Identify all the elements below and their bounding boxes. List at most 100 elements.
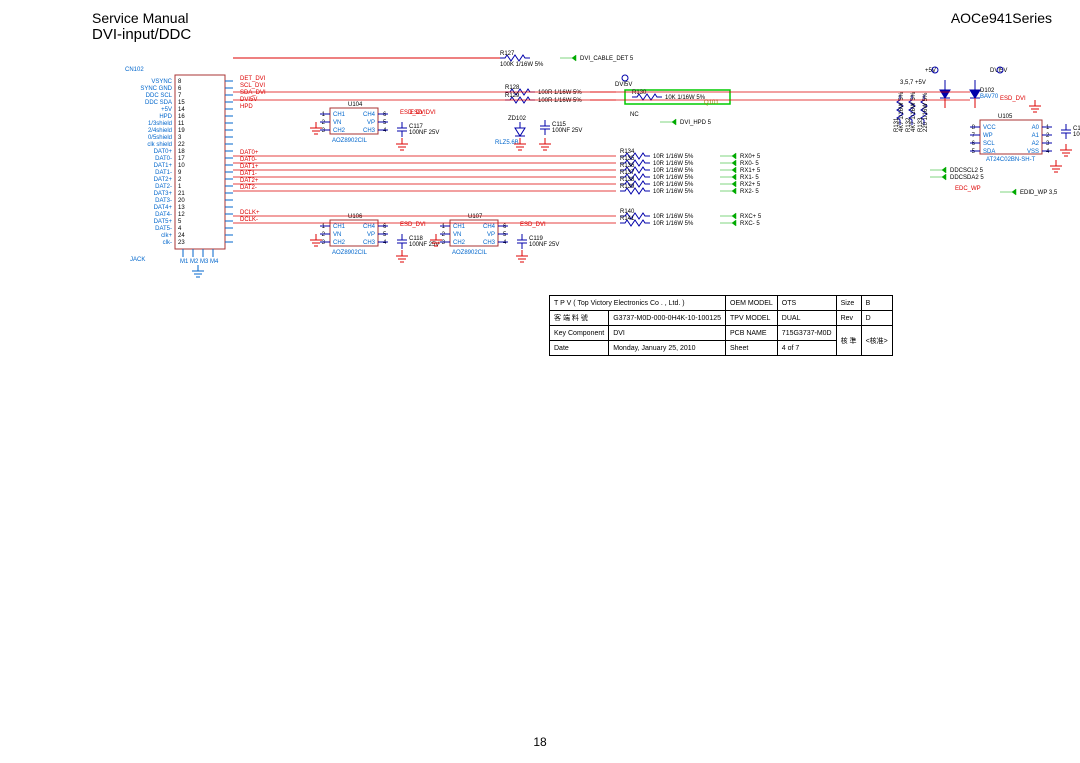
- svg-text:EDC_WP: EDC_WP: [955, 186, 981, 192]
- tb-tpvm: DUAL: [777, 311, 836, 326]
- svg-text:DAT5+: DAT5+: [154, 219, 173, 225]
- svg-text:CH1: CH1: [453, 224, 466, 230]
- svg-text:DAT4+: DAT4+: [154, 205, 173, 211]
- svg-text:AOZ8902CIL: AOZ8902CIL: [332, 250, 368, 256]
- svg-text:CH2: CH2: [453, 240, 466, 246]
- svg-text:RX2- 5: RX2- 5: [740, 189, 759, 195]
- svg-text:DAT3-: DAT3-: [155, 198, 172, 204]
- svg-text:R139: R139: [620, 184, 635, 190]
- svg-text:11: 11: [178, 121, 185, 127]
- svg-text:DDCSCL2 5: DDCSCL2 5: [950, 168, 984, 174]
- svg-text:CN102: CN102: [125, 67, 144, 73]
- svg-text:16: 16: [178, 114, 185, 120]
- svg-text:100K 1/16W 5%: 100K 1/16W 5%: [500, 62, 544, 68]
- svg-text:+5V: +5V: [161, 107, 172, 113]
- svg-text:R135: R135: [620, 156, 635, 162]
- svg-text:5: 5: [383, 120, 387, 126]
- svg-text:2: 2: [178, 177, 182, 183]
- svg-text:CH4: CH4: [363, 112, 376, 118]
- svg-text:10R 1/16W 5%: 10R 1/16W 5%: [653, 214, 694, 220]
- tb-tpvm-lbl: TPV MODEL: [726, 311, 778, 326]
- svg-text:23: 23: [178, 240, 185, 246]
- svg-text:5: 5: [383, 232, 387, 238]
- svg-text:3: 3: [1046, 141, 1050, 147]
- svg-text:DVI5V: DVI5V: [615, 82, 632, 88]
- svg-text:A1: A1: [1032, 133, 1040, 139]
- svg-text:DAT1-: DAT1-: [155, 170, 172, 176]
- svg-text:DAT0-: DAT0-: [155, 156, 172, 162]
- tb-size-lbl: Size: [836, 296, 861, 311]
- svg-text:RX1+ 5: RX1+ 5: [740, 168, 761, 174]
- svg-text:DAT2-: DAT2-: [155, 184, 172, 190]
- svg-text:3: 3: [442, 240, 446, 246]
- svg-text:100R 1/16W 5%: 100R 1/16W 5%: [538, 98, 582, 104]
- tb-sheet: 4 of 7: [777, 341, 836, 356]
- svg-text:VP: VP: [487, 232, 495, 238]
- tb-sheet-lbl: Sheet: [726, 341, 778, 356]
- svg-text:DAT0+: DAT0+: [240, 150, 259, 156]
- svg-text:6: 6: [972, 141, 976, 147]
- svg-text:R130: R130: [632, 90, 647, 96]
- tb-kc-lbl: Key Component: [550, 326, 609, 341]
- tb-tpv: T P V ( Top Victory Electronics Co . , L…: [550, 296, 726, 311]
- svg-text:2: 2: [1046, 133, 1050, 139]
- svg-text:M1: M1: [180, 259, 189, 265]
- svg-text:clk+: clk+: [161, 233, 172, 239]
- svg-text:1/3shield: 1/3shield: [148, 121, 172, 127]
- svg-text:DDCSDA2 5: DDCSDA2 5: [950, 175, 984, 181]
- svg-text:SDA: SDA: [983, 149, 995, 155]
- svg-text:DVI5V: DVI5V: [240, 97, 257, 103]
- svg-text:JACK: JACK: [130, 257, 145, 263]
- svg-text:RLZ5.6B: RLZ5.6B: [495, 140, 519, 146]
- svg-text:R128: R128: [505, 85, 520, 91]
- svg-text:DDC SDA: DDC SDA: [145, 100, 172, 106]
- svg-text:10R 1/16W 5%: 10R 1/16W 5%: [653, 175, 694, 181]
- tb-date-lbl: Date: [550, 341, 609, 356]
- svg-text:DVI_CABLE_DET 5: DVI_CABLE_DET 5: [580, 56, 634, 62]
- svg-text:9: 9: [178, 170, 182, 176]
- svg-text:R134: R134: [620, 149, 635, 155]
- svg-text:BAV70: BAV70: [980, 94, 999, 100]
- svg-text:A0: A0: [1032, 125, 1040, 131]
- svg-text:1: 1: [322, 112, 326, 118]
- svg-text:3: 3: [322, 240, 326, 246]
- svg-text:NC: NC: [630, 112, 639, 118]
- schematic-svg: CN102VSYNC8SYNC GND6DDC SCL7DDC SDA15+5V…: [0, 0, 1080, 400]
- svg-text:U107: U107: [468, 214, 483, 220]
- svg-text:VSS: VSS: [1027, 149, 1039, 155]
- svg-text:10R 1/16W 5%: 10R 1/16W 5%: [653, 182, 694, 188]
- tb-rev-lbl: Rev: [836, 311, 861, 326]
- tb-date: Monday, January 25, 2010: [609, 341, 726, 356]
- svg-text:DAT1+: DAT1+: [240, 164, 259, 170]
- svg-text:R127: R127: [500, 51, 515, 57]
- svg-text:RX1- 5: RX1- 5: [740, 175, 759, 181]
- svg-text:SCL: SCL: [983, 141, 995, 147]
- svg-text:U105: U105: [998, 114, 1013, 120]
- svg-text:R138: R138: [620, 177, 635, 183]
- svg-text:VP: VP: [367, 120, 375, 126]
- svg-text:ESD_DVI: ESD_DVI: [410, 110, 436, 116]
- svg-text:R140: R140: [620, 209, 635, 215]
- svg-text:10R 1/16W 5%: 10R 1/16W 5%: [653, 221, 694, 227]
- svg-text:VSYNC: VSYNC: [151, 79, 172, 85]
- svg-text:12: 12: [178, 212, 185, 218]
- svg-text:DAT3+: DAT3+: [154, 191, 173, 197]
- svg-text:10: 10: [178, 163, 185, 169]
- svg-text:7: 7: [178, 93, 182, 99]
- svg-text:AOZ8902CIL: AOZ8902CIL: [332, 138, 368, 144]
- svg-text:DCLK+: DCLK+: [240, 210, 260, 216]
- svg-text:19: 19: [178, 128, 185, 134]
- tb-rev: D: [861, 311, 892, 326]
- svg-text:3: 3: [322, 128, 326, 134]
- svg-text:VCC: VCC: [983, 125, 996, 131]
- svg-text:AT24C02BN-SH-T: AT24C02BN-SH-T: [986, 157, 1036, 163]
- svg-text:18: 18: [178, 149, 185, 155]
- svg-text:14: 14: [178, 107, 185, 113]
- svg-text:4K7 1/16W 5%: 4K7 1/16W 5%: [911, 91, 917, 132]
- svg-text:ZD102: ZD102: [508, 116, 527, 122]
- svg-text:R137: R137: [620, 170, 635, 176]
- svg-text:1: 1: [178, 184, 182, 190]
- svg-text:100R 1/16W 5%: 100R 1/16W 5%: [538, 90, 582, 96]
- svg-text:5: 5: [503, 232, 507, 238]
- svg-text:CH1: CH1: [333, 224, 346, 230]
